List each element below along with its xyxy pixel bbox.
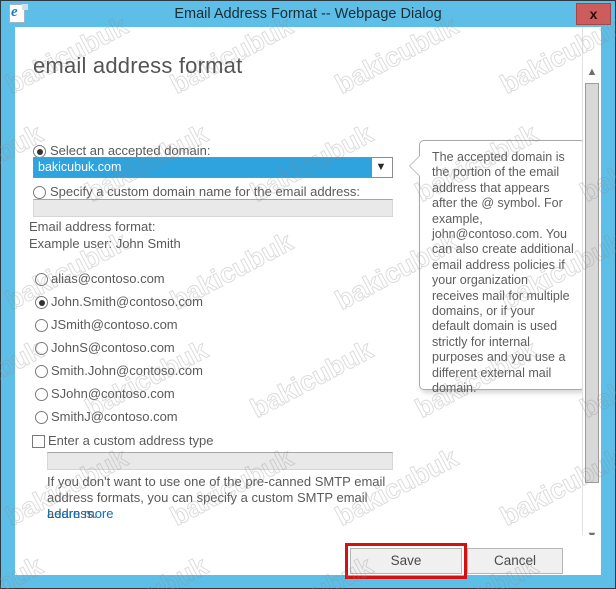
label-format-6: SmithJ@contoso.com — [51, 409, 178, 424]
email-format-title: Email address format: — [29, 219, 156, 234]
scrollbar-thumb[interactable] — [585, 83, 599, 483]
close-button[interactable]: x — [576, 3, 611, 25]
accepted-domain-dropdown[interactable]: bakicubuk.com ▼ — [33, 157, 393, 178]
label-custom-domain: Specify a custom domain name for the ema… — [50, 184, 360, 199]
label-format-3: JohnS@contoso.com — [51, 340, 175, 355]
callout-pointer — [409, 155, 420, 177]
radio-format-6[interactable] — [35, 411, 48, 424]
label-format-1: John.Smith@contoso.com — [51, 294, 203, 309]
custom-address-type-input[interactable] — [47, 452, 393, 470]
radio-format-0[interactable] — [35, 273, 48, 286]
label-custom-address-type: Enter a custom address type — [48, 433, 214, 448]
example-user-text: Example user: John Smith — [29, 236, 181, 251]
cancel-button[interactable]: Cancel — [467, 548, 563, 574]
label-format-2: JSmith@contoso.com — [51, 317, 178, 332]
info-callout: The accepted domain is the portion of th… — [409, 140, 585, 395]
chevron-down-icon[interactable]: ▼ — [372, 159, 390, 176]
title-bar: e Email Address Format -- Webpage Dialog… — [1, 1, 615, 27]
save-button[interactable]: Save — [350, 548, 462, 574]
radio-format-3[interactable] — [35, 342, 48, 355]
accepted-domain-value: bakicubuk.com — [38, 160, 122, 174]
page-title: email address format — [33, 53, 243, 78]
radio-custom-domain[interactable] — [33, 186, 46, 199]
radio-format-2[interactable] — [35, 319, 48, 332]
callout-text: The accepted domain is the portion of th… — [432, 150, 574, 396]
checkbox-custom-address-type[interactable] — [32, 435, 45, 448]
chevron-up-icon[interactable]: ▲ — [583, 63, 601, 81]
label-format-4: Smith.John@contoso.com — [51, 363, 203, 378]
dialog-window: e Email Address Format -- Webpage Dialog… — [0, 0, 616, 589]
learn-more-link[interactable]: Learn more — [47, 506, 113, 521]
radio-format-1[interactable] — [35, 296, 48, 309]
dialog-client-area: email address format Select an accepted … — [15, 27, 601, 575]
dialog-content: email address format Select an accepted … — [15, 27, 585, 575]
label-format-5: SJohn@contoso.com — [51, 386, 175, 401]
vertical-scrollbar[interactable]: ▲ ▼ — [582, 27, 601, 575]
label-format-0: alias@contoso.com — [51, 271, 165, 286]
window-title: Email Address Format -- Webpage Dialog — [174, 6, 442, 22]
label-select-accepted-domain: Select an accepted domain: — [50, 143, 211, 158]
radio-format-4[interactable] — [35, 365, 48, 378]
radio-format-5[interactable] — [35, 388, 48, 401]
custom-domain-input[interactable] — [33, 199, 393, 217]
